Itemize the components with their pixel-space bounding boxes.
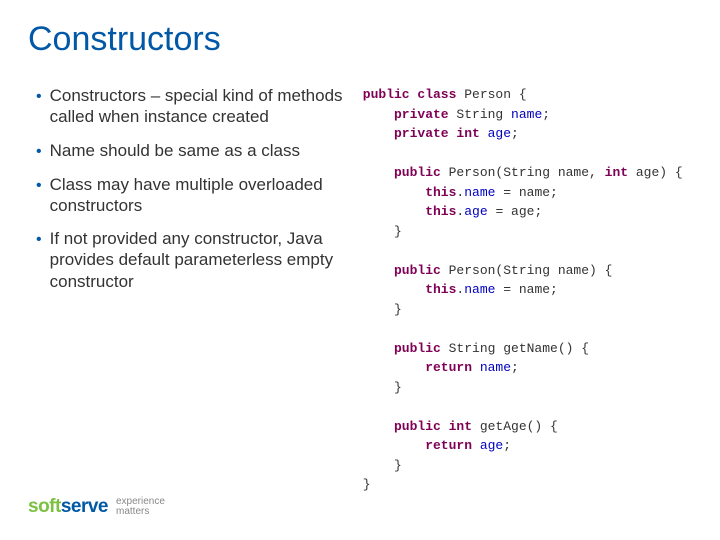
slide-content: • Constructors – special kind of methods… <box>0 85 720 480</box>
bullet-text: If not provided any constructor, Java pr… <box>50 228 343 292</box>
bullet-item: • Class may have multiple overloaded con… <box>36 174 343 217</box>
bullet-dot-icon: • <box>36 87 42 107</box>
bullet-item: • Name should be same as a class <box>36 140 343 162</box>
bullet-text: Constructors – special kind of methods c… <box>50 85 343 128</box>
bullet-list: • Constructors – special kind of methods… <box>0 85 353 480</box>
logo: softserve experiencematters <box>28 496 165 518</box>
logo-tagline: experiencematters <box>116 497 165 517</box>
bullet-dot-icon: • <box>36 230 42 250</box>
bullet-dot-icon: • <box>36 142 42 162</box>
bullet-dot-icon: • <box>36 176 42 196</box>
slide-title: Constructors <box>28 20 221 59</box>
bullet-text: Class may have multiple overloaded const… <box>50 174 343 217</box>
code-pre: public class Person { private String nam… <box>363 85 700 495</box>
code-block: public class Person { private String nam… <box>353 85 720 480</box>
logo-part1: soft <box>28 496 61 517</box>
bullet-item: • Constructors – special kind of methods… <box>36 85 343 128</box>
logo-part2: serve <box>61 496 108 517</box>
bullet-item: • If not provided any constructor, Java … <box>36 228 343 292</box>
bullet-text: Name should be same as a class <box>50 140 300 161</box>
